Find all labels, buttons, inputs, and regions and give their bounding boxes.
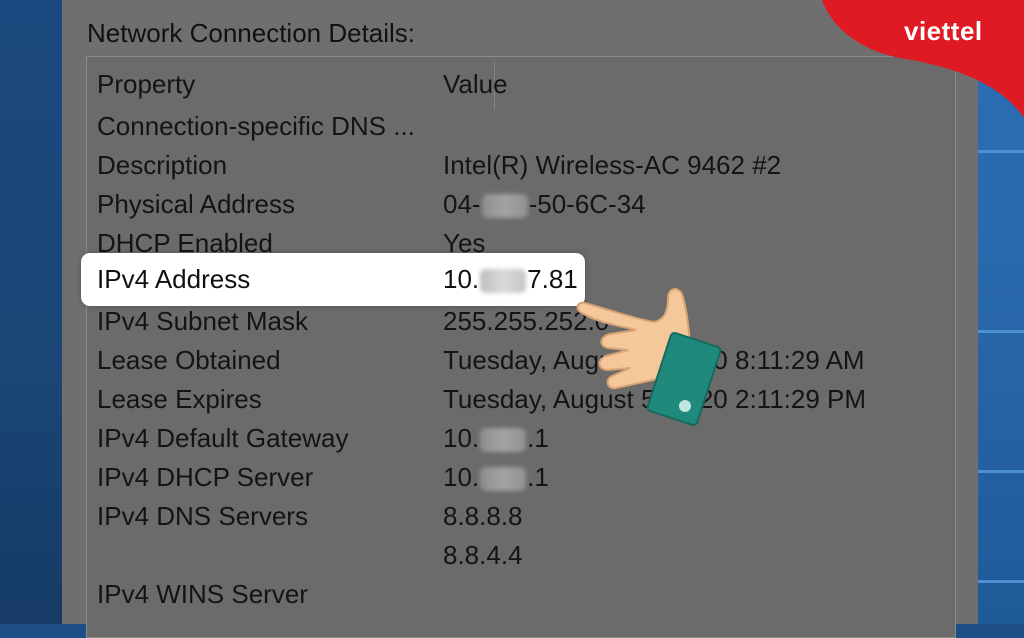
row-value: 10. .1 [443,423,549,453]
table-row[interactable]: IPv4 DHCP Server 10. .1 [62,458,978,497]
row-property: Connection-specific DNS ... [97,111,415,141]
row-property: IPv4 Default Gateway [97,423,349,453]
row-property: Description [97,150,228,180]
redacted-blur [480,467,527,492]
row-property: IPv4 Address [97,264,251,294]
row-property: IPv4 WINS Server [97,579,308,609]
table-row[interactable]: Connection-specific DNS ... [62,107,978,146]
desktop-background-right [978,0,1024,624]
row-value: 8.8.4.4 [443,540,523,570]
table-row[interactable]: Description Intel(R) Wireless-AC 9462 #2 [62,146,978,185]
table-row[interactable]: Lease Expires Tuesday, August 5, 2020 2:… [62,380,978,419]
table-row[interactable]: Physical Address 04- -50-6C-34 [62,185,978,224]
dialog-title: Network Connection Details: [87,18,416,48]
table-row[interactable]: IPv4 DNS Servers 8.8.8.8 [62,497,978,536]
redacted-blur [481,194,528,219]
row-value: 04- -50-6C-34 [443,189,646,219]
table-row[interactable]: IPv4 Subnet Mask 255.255.252.0 [62,302,978,341]
row-property: Physical Address [97,189,295,219]
network-connection-details-dialog: Network Connection Details: Property Val… [62,0,978,638]
column-header-property[interactable]: Property [97,65,195,104]
row-property: IPv4 DNS Servers [97,501,308,531]
desktop-background-left [0,0,62,624]
highlighted-row-ipv4-address[interactable]: IPv4 Address 10. 7.81 [81,253,585,306]
table-row[interactable]: IPv4 WINS Server [62,575,978,614]
row-property: IPv4 DHCP Server [97,462,314,492]
table-row[interactable]: Lease Obtained Tuesday, August 4, 2020 8… [62,341,978,380]
redacted-blur [480,428,527,453]
row-property: Lease Expires [97,384,262,414]
table-row[interactable]: 8.8.4.4 [62,536,978,575]
row-value: 10. 7.81 [443,264,578,294]
column-header-value[interactable]: Value [443,65,508,104]
row-property: Lease Obtained [97,345,281,375]
redacted-blur [480,269,527,294]
pointing-hand-icon [576,288,722,426]
row-value: 10. .1 [443,462,549,492]
row-property: IPv4 Subnet Mask [97,306,308,336]
row-value: 8.8.8.8 [443,501,523,531]
row-value: Intel(R) Wireless-AC 9462 #2 [443,150,782,180]
table-row[interactable]: IPv4 Default Gateway 10. .1 [62,419,978,458]
list-header: Property Value [62,65,978,104]
viettel-logo: viettel [904,16,983,46]
